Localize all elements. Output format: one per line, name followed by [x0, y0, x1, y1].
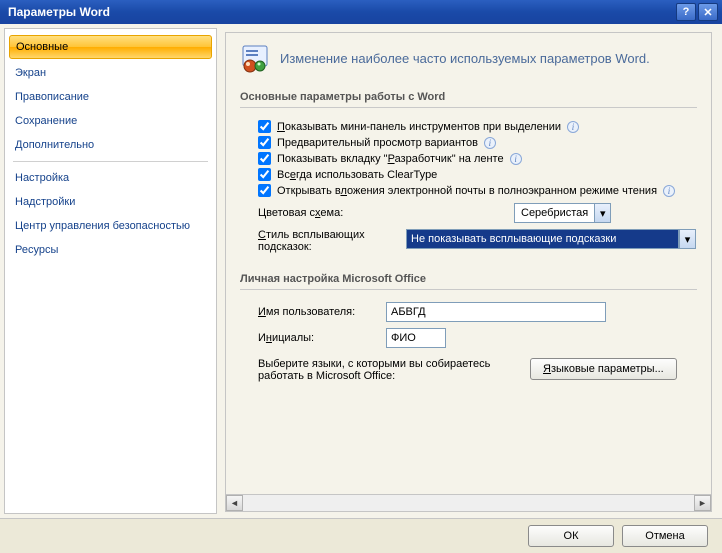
input-initials[interactable]	[386, 328, 446, 348]
sidebar-item-display[interactable]: Экран	[5, 61, 216, 85]
section-general-title: Основные параметры работы с Word	[240, 91, 697, 108]
label-initials: Инициалы:	[258, 332, 378, 344]
scroll-track[interactable]	[243, 495, 694, 511]
checkbox-cleartype[interactable]	[258, 168, 271, 181]
label-attachments: Открывать вложения электронной почты в п…	[277, 185, 657, 197]
info-icon[interactable]: i	[663, 185, 675, 197]
button-language-settings[interactable]: Языковые параметры...	[530, 358, 677, 380]
label-username: Имя пользователя:	[258, 306, 378, 318]
sidebar-item-customize[interactable]: Настройка	[5, 166, 216, 190]
horizontal-scrollbar[interactable]: ◄ ►	[226, 494, 711, 511]
sidebar-item-proofing[interactable]: Правописание	[5, 85, 216, 109]
sidebar-separator	[13, 161, 208, 162]
page-title: Изменение наиболее часто используемых па…	[280, 51, 650, 66]
sidebar-item-advanced[interactable]: Дополнительно	[5, 133, 216, 157]
sidebar-item-resources[interactable]: Ресурсы	[5, 238, 216, 262]
cancel-button[interactable]: Отмена	[622, 525, 708, 547]
dialog-footer: ОК Отмена	[0, 518, 722, 553]
info-icon[interactable]: i	[567, 121, 579, 133]
tooltip-style-value: Не показывать всплывающие подсказки	[411, 233, 616, 245]
sidebar-item-general[interactable]: Основные	[9, 35, 212, 59]
scroll-right-arrow-icon[interactable]: ►	[694, 495, 711, 511]
label-language-note: Выберите языки, с которыми вы собираетес…	[258, 358, 518, 382]
section-personal-title: Личная настройка Microsoft Office	[240, 273, 697, 290]
select-tooltip-style[interactable]: Не показывать всплывающие подсказки ▾	[406, 229, 679, 249]
label-minipanel: Показывать мини-панель инструментов при …	[277, 121, 561, 133]
label-cleartype: Всегда использовать ClearType	[277, 169, 437, 181]
info-icon[interactable]: i	[510, 153, 522, 165]
info-icon[interactable]: i	[484, 137, 496, 149]
chevron-down-icon: ▾	[679, 229, 696, 249]
checkbox-attachments[interactable]	[258, 184, 271, 197]
checkbox-minipanel[interactable]	[258, 120, 271, 133]
input-username[interactable]	[386, 302, 606, 322]
close-button[interactable]: ✕	[698, 3, 718, 21]
label-devtab: Показывать вкладку "Разработчик" на лент…	[277, 153, 504, 165]
sidebar-item-save[interactable]: Сохранение	[5, 109, 216, 133]
color-scheme-value: Серебристая	[515, 207, 594, 219]
checkbox-devtab[interactable]	[258, 152, 271, 165]
window-title: Параметры Word	[8, 5, 674, 19]
settings-icon	[240, 43, 270, 73]
label-preview: Предварительный просмотр вариантов	[277, 137, 478, 149]
chevron-down-icon: ▾	[594, 204, 610, 222]
label-tooltip-style: Стиль всплывающих подсказок:	[258, 229, 398, 253]
sidebar-item-trustcenter[interactable]: Центр управления безопасностью	[5, 214, 216, 238]
select-color-scheme[interactable]: Серебристая ▾	[514, 203, 611, 223]
label-color-scheme: Цветовая схема:	[258, 207, 398, 219]
ok-button[interactable]: ОК	[528, 525, 614, 547]
scroll-left-arrow-icon[interactable]: ◄	[226, 495, 243, 511]
sidebar-item-addins[interactable]: Надстройки	[5, 190, 216, 214]
help-button[interactable]: ?	[676, 3, 696, 21]
checkbox-preview[interactable]	[258, 136, 271, 149]
sidebar: Основные Экран Правописание Сохранение Д…	[4, 28, 217, 514]
page-header: Изменение наиболее часто используемых па…	[240, 43, 697, 73]
title-bar: Параметры Word ? ✕	[0, 0, 722, 24]
